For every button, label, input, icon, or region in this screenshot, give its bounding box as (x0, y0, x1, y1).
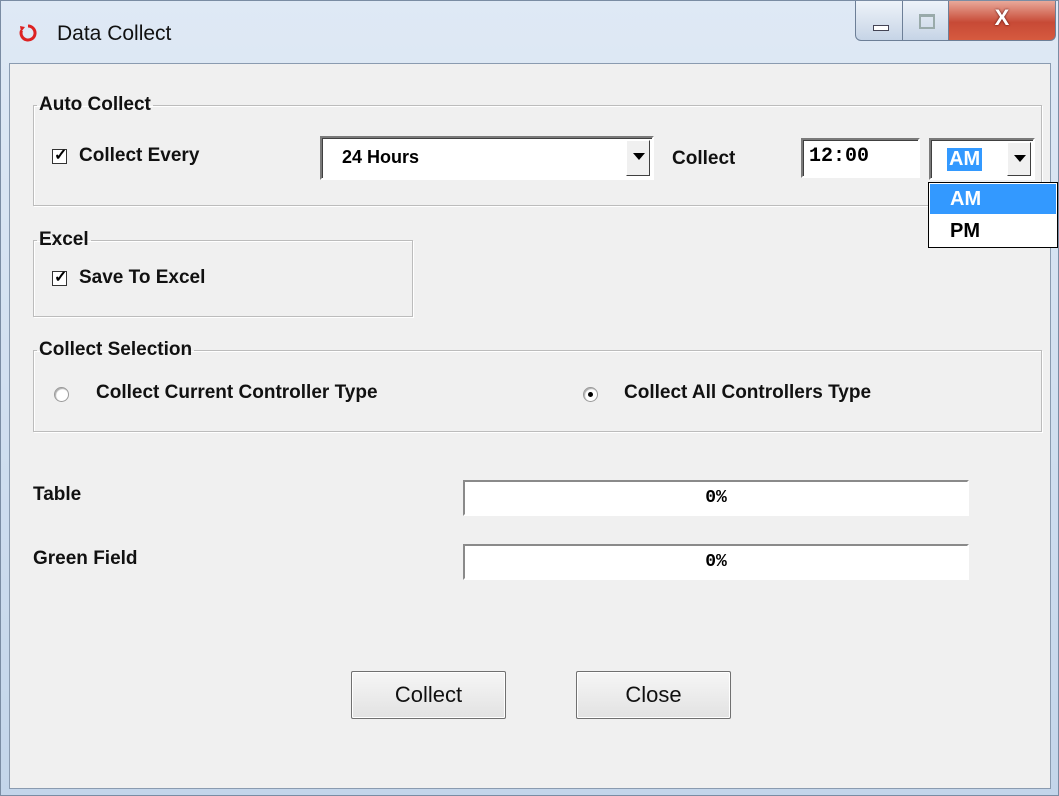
dialog-body: Auto Collect ✓ Collect Every 24 Hours Co… (9, 63, 1051, 789)
ampm-value: AM (947, 148, 983, 171)
maximize-icon (919, 14, 935, 29)
collect-every-checkbox[interactable]: ✓ (52, 147, 68, 164)
collect-every-label: Collect Every (79, 145, 200, 166)
check-icon: ✓ (54, 269, 68, 286)
maximize-button[interactable] (903, 1, 949, 41)
close-icon: X (994, 5, 1010, 30)
collect-interval-combo[interactable]: 24 Hours (320, 136, 654, 180)
data-collect-window: Data Collect X Auto Collect ✓ Collect Ev… (0, 0, 1059, 796)
refresh-app-icon (19, 24, 37, 42)
minimize-button[interactable] (855, 1, 903, 41)
time-input[interactable]: 12:00 (801, 138, 920, 178)
collect-current-label: Collect Current Controller Type (96, 382, 378, 403)
collect-at-label: Collect (672, 148, 736, 169)
collect-button[interactable]: Collect (351, 671, 506, 719)
save-to-excel-label: Save To Excel (79, 267, 206, 288)
check-icon: ✓ (54, 147, 68, 164)
window-title: Data Collect (57, 22, 172, 45)
save-to-excel-checkbox[interactable]: ✓ (52, 269, 68, 286)
collect-all-radio[interactable] (583, 387, 598, 402)
close-window-button[interactable]: X (949, 1, 1056, 41)
ampm-combo[interactable]: AM (929, 138, 1035, 180)
green-field-label: Green Field (33, 548, 138, 569)
title-bar[interactable]: Data Collect X (1, 1, 1058, 63)
table-label: Table (33, 484, 82, 505)
ampm-option-pm[interactable]: PM (930, 216, 1056, 246)
caption-buttons: X (855, 1, 1058, 41)
radio-dot-icon (588, 392, 593, 397)
collect-current-radio[interactable] (54, 387, 69, 402)
collect-all-label: Collect All Controllers Type (624, 382, 872, 403)
excel-legend: Excel (39, 229, 89, 250)
collect-interval-value: 24 Hours (342, 147, 420, 167)
collect-selection-legend: Collect Selection (39, 339, 193, 360)
ampm-dropdown-list[interactable]: AM PM (928, 182, 1058, 248)
table-progress-text: 0% (705, 488, 727, 508)
minimize-icon (873, 25, 889, 31)
auto-collect-legend: Auto Collect (39, 94, 151, 115)
chevron-down-icon[interactable] (1007, 142, 1031, 176)
table-progress-bar: 0% (463, 480, 969, 516)
time-value: 12:00 (809, 145, 870, 168)
green-field-progress-text: 0% (705, 552, 727, 572)
ampm-option-am[interactable]: AM (930, 184, 1056, 214)
chevron-down-icon[interactable] (626, 140, 650, 176)
green-field-progress-bar: 0% (463, 544, 969, 580)
close-button[interactable]: Close (576, 671, 731, 719)
